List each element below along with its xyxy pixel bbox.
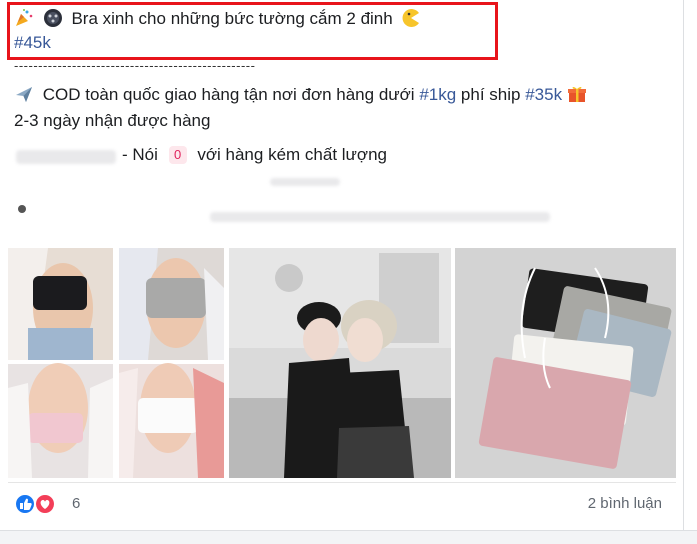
post-title-line: Bra xinh cho những bức tường cắm 2 đinh bbox=[14, 8, 425, 30]
quality-suffix: với hàng kém chất lượng bbox=[197, 145, 387, 164]
comments-count-link[interactable]: 2 bình luận bbox=[588, 495, 662, 512]
like-reaction-icon bbox=[14, 493, 36, 515]
hashtag-45k-link[interactable]: #45k bbox=[14, 33, 51, 52]
post-title-text: Bra xinh cho những bức tường cắm 2 đinh bbox=[71, 9, 393, 28]
photo-collage[interactable] bbox=[8, 248, 224, 478]
reaction-count[interactable]: 6 bbox=[72, 495, 80, 512]
post-card: Bra xinh cho những bức tường cắm 2 đinh … bbox=[0, 0, 684, 543]
blurred-text bbox=[270, 178, 340, 186]
gift-icon bbox=[567, 84, 587, 104]
photo-two-models[interactable] bbox=[229, 248, 451, 478]
pacman-icon bbox=[401, 8, 421, 28]
blurred-text bbox=[16, 150, 116, 164]
photo-product-flatlay[interactable] bbox=[455, 248, 676, 478]
delivery-time-line: 2-3 ngày nhận được hàng bbox=[14, 111, 211, 130]
reactions[interactable] bbox=[14, 493, 66, 515]
hashtag-35k-link[interactable]: #35k bbox=[525, 85, 562, 104]
shipping-fee-label: phí ship bbox=[460, 85, 521, 104]
shipping-text: COD toàn quốc giao hàng tận nơi đơn hàng… bbox=[42, 85, 415, 104]
shipping-line: COD toàn quốc giao hàng tận nơi đơn hàng… bbox=[14, 84, 591, 106]
airplane-icon bbox=[14, 84, 34, 104]
quality-text: - Nói bbox=[122, 145, 158, 164]
title-hashtag-line: #45k bbox=[14, 32, 51, 54]
text-divider: ----------------------------------------… bbox=[14, 58, 256, 73]
bottom-bar bbox=[0, 530, 697, 544]
love-reaction-icon bbox=[34, 493, 56, 515]
party-popper-icon bbox=[14, 8, 34, 28]
bullet-dot bbox=[18, 205, 26, 213]
post-footer: 6 2 bình luận bbox=[8, 482, 676, 528]
hashtag-1kg-link[interactable]: #1kg bbox=[419, 85, 456, 104]
zero-badge: 0 bbox=[168, 146, 187, 164]
film-reel-icon bbox=[43, 8, 63, 28]
quality-line: - Nói 0 với hàng kém chất lượng bbox=[122, 144, 387, 166]
blurred-text bbox=[210, 212, 550, 222]
post-photo-grid[interactable] bbox=[8, 248, 676, 478]
